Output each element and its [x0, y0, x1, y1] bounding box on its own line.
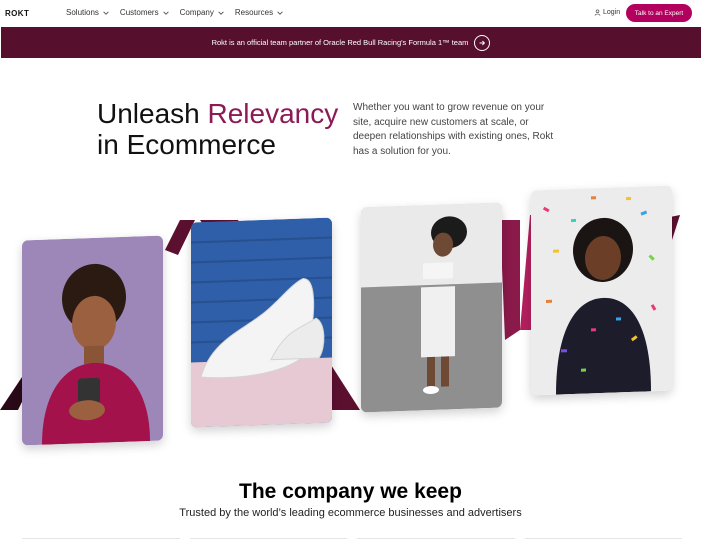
- hero-headline: Unleash Relevancy in Ecommerce: [97, 98, 338, 160]
- partners-title: The company we keep: [239, 480, 462, 503]
- rokt-logo[interactable]: ROKT: [5, 9, 29, 18]
- partner-logo-slot: [357, 538, 515, 542]
- user-icon: [594, 9, 601, 16]
- headline-part-2: in Ecommerce: [97, 129, 276, 160]
- photo-gallery: [0, 180, 701, 450]
- menu-item-company[interactable]: Company: [180, 8, 225, 17]
- chevron-down-icon: [103, 10, 109, 15]
- menu-item-resources[interactable]: Resources: [235, 8, 284, 17]
- top-navigation: ROKT Solutions Customers Company Resourc…: [0, 0, 701, 27]
- login-link[interactable]: Login: [594, 9, 620, 16]
- photo-woman-with-phone: [22, 235, 163, 446]
- partner-logo-strip: [22, 538, 682, 542]
- talk-to-expert-button[interactable]: Talk to an Expert: [626, 4, 692, 22]
- chevron-down-icon: [277, 10, 283, 15]
- menu-item-solutions[interactable]: Solutions: [66, 8, 110, 17]
- main-menu: Solutions Customers Company Resources: [66, 8, 284, 17]
- photo-woman-in-white-outfit: [361, 202, 502, 413]
- banner-text: Rokt is an official team partner of Orac…: [211, 38, 469, 47]
- headline-part-1: Unleash: [97, 98, 200, 129]
- partner-logo-slot: [524, 538, 682, 542]
- menu-item-label: Solutions: [66, 8, 99, 17]
- announcement-banner[interactable]: Rokt is an official team partner of Orac…: [1, 27, 701, 58]
- menu-item-label: Company: [179, 8, 214, 17]
- menu-item-label: Customers: [119, 8, 159, 17]
- menu-item-customers[interactable]: Customers: [120, 8, 170, 17]
- photo-woman-with-confetti: [531, 185, 672, 396]
- menu-item-label: Resources: [234, 8, 274, 17]
- partner-logo-slot: [189, 538, 347, 542]
- login-label: Login: [603, 9, 621, 16]
- headline-accent: Relevancy: [207, 98, 339, 129]
- hero-description: Whether you want to grow revenue on your…: [353, 102, 554, 157]
- partners-subtitle: Trusted by the world’s leading ecommerce…: [179, 507, 522, 519]
- chevron-down-icon: [218, 10, 224, 15]
- partner-logo-slot: [22, 538, 180, 542]
- chevron-down-icon: [162, 10, 169, 15]
- arrow-right-icon[interactable]: [474, 34, 491, 51]
- photo-white-sneakers: [191, 217, 332, 428]
